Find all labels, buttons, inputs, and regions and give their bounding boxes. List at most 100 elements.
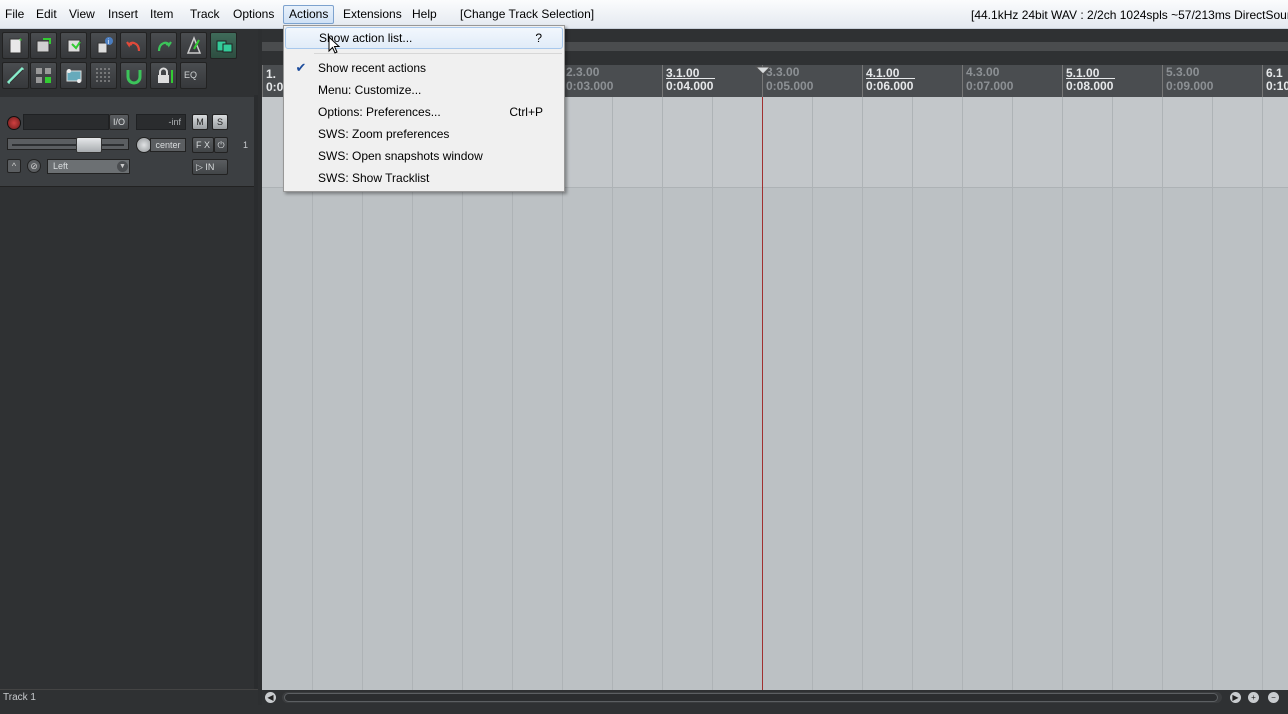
ruler-time-label: 0:10 xyxy=(1266,79,1288,93)
redo-icon[interactable] xyxy=(150,32,177,59)
new-project-icon[interactable]: * xyxy=(2,32,29,59)
grid-line xyxy=(1012,97,1013,690)
ruler-bar-label: 3.3.00 xyxy=(766,65,800,79)
grid-line xyxy=(912,97,913,690)
open-project-icon[interactable] xyxy=(30,32,57,59)
menu-item-label: Show recent actions xyxy=(318,61,427,75)
menu-insert[interactable]: Insert xyxy=(103,6,143,23)
grid-line xyxy=(862,97,863,690)
fx-bypass-button[interactable]: ⏻ xyxy=(214,137,228,153)
save-project-icon[interactable] xyxy=(60,32,87,59)
svg-text:*: * xyxy=(19,37,22,46)
menu-item-shortcut: ? xyxy=(535,31,542,45)
menu-item-sws-zoom-preferences[interactable]: SWS: Zoom preferences xyxy=(285,123,563,145)
lock-icon[interactable] xyxy=(150,62,177,89)
main-toolbar: * i EQ xyxy=(0,29,258,95)
grid-line xyxy=(1112,97,1113,690)
horizontal-scrollbar[interactable]: ◀ ▶ + − xyxy=(262,690,1288,705)
ruler-tick xyxy=(1062,65,1063,97)
metronome-icon[interactable] xyxy=(180,32,207,59)
track-name-field[interactable] xyxy=(23,114,109,130)
record-arm-button[interactable] xyxy=(7,116,21,130)
audio-status-text: [44.1kHz 24bit WAV : 2/2ch 1024spls ~57/… xyxy=(971,8,1288,22)
menu-item-sws-tracklist[interactable]: SWS: Show Tracklist xyxy=(285,167,563,189)
volume-meter: -inf xyxy=(136,114,186,130)
menu-edit[interactable]: Edit xyxy=(31,6,62,23)
grid-line xyxy=(1262,97,1263,690)
menu-help[interactable]: Help xyxy=(407,6,442,23)
bottom-strip xyxy=(0,705,1288,714)
menu-item-label: SWS: Show Tracklist xyxy=(318,171,430,185)
item-grouping-icon[interactable] xyxy=(60,62,87,89)
track-name-label: Track 1 xyxy=(3,692,36,703)
tcp-divider[interactable] xyxy=(254,95,258,690)
ruler-time-label: 0:04.000 xyxy=(666,79,714,93)
menu-view[interactable]: View xyxy=(64,6,100,23)
ruler-tick xyxy=(1262,65,1263,97)
phase-invert-icon[interactable]: ⊘ xyxy=(27,159,41,173)
ruler-time-label: 0:0 xyxy=(266,80,284,94)
ripple-edit-icon[interactable] xyxy=(2,62,29,89)
eq-button[interactable]: EQ xyxy=(180,62,207,89)
mouse-pointer-icon xyxy=(328,36,341,54)
snap-icon[interactable] xyxy=(90,62,117,89)
track-header[interactable]: I/O -inf M S center F X ⏻ 1 ^ ⊘ Left ▼ ▷… xyxy=(0,97,254,187)
track-number: 1 xyxy=(243,140,249,150)
volume-fader[interactable] xyxy=(7,137,129,153)
input-channel-label: Left xyxy=(53,161,69,171)
menu-actions[interactable]: Actions xyxy=(283,5,335,24)
ruler-tick xyxy=(1162,65,1163,97)
menu-options[interactable]: Options xyxy=(228,6,279,23)
grid-line xyxy=(962,97,963,690)
track-control-panel: I/O -inf M S center F X ⏻ 1 ^ ⊘ Left ▼ ▷… xyxy=(0,95,258,690)
menu-change-track-selection[interactable]: [Change Track Selection] xyxy=(455,6,599,23)
menu-item-show-recent-actions[interactable]: ✔ Show recent actions xyxy=(285,57,563,79)
menu-item-show-action-list[interactable]: Show action list... ? xyxy=(285,27,563,49)
menu-item-label: SWS: Open snapshots window xyxy=(318,149,483,163)
pan-value[interactable]: center xyxy=(150,138,186,152)
menu-extensions[interactable]: Extensions xyxy=(338,6,407,23)
menu-item-customize[interactable]: Menu: Customize... xyxy=(285,79,563,101)
undo-icon[interactable] xyxy=(120,32,147,59)
track-status-bar: Track 1 xyxy=(0,689,258,705)
project-settings-icon[interactable]: i xyxy=(90,32,117,59)
menu-item-sws-snapshots[interactable]: SWS: Open snapshots window xyxy=(285,145,563,167)
ruler-time-label: 0:03.000 xyxy=(566,79,614,93)
grid-icon[interactable] xyxy=(30,62,57,89)
ruler-tick xyxy=(262,65,263,97)
envelope-icon[interactable]: ^ xyxy=(7,159,21,173)
input-label: IN xyxy=(205,162,215,172)
menu-item[interactable]: Item xyxy=(145,6,178,23)
zoom-out-icon[interactable]: − xyxy=(1268,692,1279,703)
input-monitor-button[interactable]: ▷ IN xyxy=(192,159,228,175)
grid-line xyxy=(662,97,663,690)
ruler-bar-label: 6.1 xyxy=(1266,66,1283,80)
scroll-handle[interactable] xyxy=(284,693,1218,702)
menu-item-preferences[interactable]: Options: Preferences... Ctrl+P xyxy=(285,101,563,123)
solo-button[interactable]: S xyxy=(212,114,228,130)
io-button[interactable]: I/O xyxy=(109,114,129,130)
zoom-in-icon[interactable]: + xyxy=(1248,692,1259,703)
grid-line xyxy=(1062,97,1063,690)
fader-thumb[interactable] xyxy=(76,137,102,153)
grid-line xyxy=(612,97,613,690)
ruler-tick xyxy=(862,65,863,97)
fader-groove xyxy=(12,144,124,146)
edit-cursor[interactable] xyxy=(762,97,763,690)
grid-line xyxy=(1212,97,1213,690)
input-channel-select[interactable]: Left ▼ xyxy=(47,159,130,174)
ruler-bar-label: 2.3.00 xyxy=(566,65,600,79)
menu-separator xyxy=(314,53,562,54)
mute-button[interactable]: M xyxy=(192,114,208,130)
menu-track[interactable]: Track xyxy=(185,6,225,23)
menu-item-label: Menu: Customize... xyxy=(318,83,422,97)
scroll-left-icon[interactable]: ◀ xyxy=(265,692,276,703)
grid-line xyxy=(712,97,713,690)
menu-item-label: Options: Preferences... xyxy=(318,105,441,119)
scroll-right-icon[interactable]: ▶ xyxy=(1230,692,1241,703)
play-cursor-marker[interactable] xyxy=(755,66,771,75)
menu-file[interactable]: File xyxy=(0,6,29,23)
auto-crossfade-icon[interactable] xyxy=(210,32,237,59)
fx-button[interactable]: F X xyxy=(192,137,214,153)
magnet-icon[interactable] xyxy=(120,62,147,89)
